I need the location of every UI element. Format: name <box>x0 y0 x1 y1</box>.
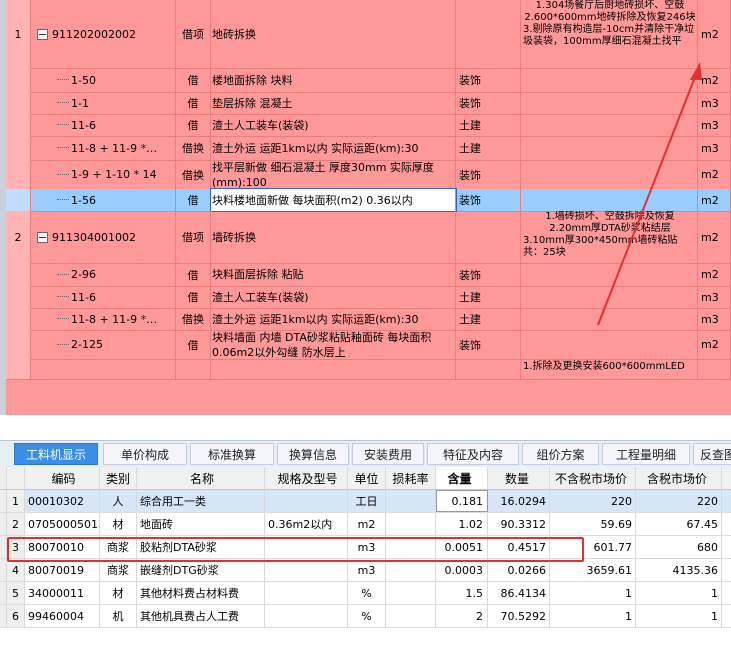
material-unit[interactable]: % <box>348 582 386 604</box>
header-price-ex[interactable]: 不含税市场价 <box>550 467 636 489</box>
material-type[interactable]: 商浆 <box>100 559 137 581</box>
material-content[interactable]: 2 <box>436 605 488 627</box>
tab-unit-price[interactable]: 单价构成 <box>103 443 187 465</box>
row-index: 4 <box>7 559 25 581</box>
tab-reverse-lookup[interactable]: 反查图 <box>693 443 731 465</box>
material-code[interactable]: 0705000501 <box>25 513 100 535</box>
header-gutter <box>0 467 7 489</box>
tab-features[interactable]: 特征及内容 <box>427 443 519 465</box>
material-unit[interactable]: % <box>348 605 386 627</box>
material-spec[interactable] <box>265 559 348 581</box>
material-loss[interactable] <box>386 513 436 535</box>
material-price-ex[interactable]: 1 <box>550 582 636 604</box>
tab-materials[interactable]: 工料机显示 <box>14 443 98 465</box>
material-qty[interactable]: 0.0266 <box>488 559 550 581</box>
material-name[interactable]: 其他材料费占材料费 <box>137 582 265 604</box>
material-type[interactable]: 机 <box>100 605 137 627</box>
row-index: 5 <box>7 582 25 604</box>
material-content[interactable]: 1.02 <box>436 513 488 535</box>
material-qty[interactable]: 16.0294 <box>488 490 550 512</box>
material-price-in[interactable]: 680 <box>636 536 722 558</box>
row-gutter <box>0 536 7 558</box>
material-row[interactable]: 1 00010302 人综合用工一类 工日 0.181 16.0294 220 220 <box>0 490 731 513</box>
material-code[interactable]: 99460004 <box>25 605 100 627</box>
material-unit[interactable]: m3 <box>348 559 386 581</box>
row-index: 6 <box>7 605 25 627</box>
material-content[interactable]: 1.5 <box>436 582 488 604</box>
header-type[interactable]: 类别 <box>100 467 137 489</box>
material-spec[interactable] <box>265 605 348 627</box>
material-unit[interactable]: 工日 <box>348 490 386 512</box>
material-price-in[interactable]: 1 <box>636 582 722 604</box>
highlight-box <box>7 537 584 562</box>
header-code[interactable]: 编码 <box>25 467 100 489</box>
header-name[interactable]: 名称 <box>137 467 265 489</box>
header-content[interactable]: 含量 <box>436 467 488 489</box>
material-loss[interactable] <box>386 490 436 512</box>
material-spec[interactable] <box>265 490 348 512</box>
material-qty[interactable]: 86.4134 <box>488 582 550 604</box>
row-gutter <box>0 513 7 535</box>
material-unit[interactable]: m2 <box>348 513 386 535</box>
tab-standard-conversion[interactable]: 标准换算 <box>190 443 274 465</box>
material-name[interactable]: 地面砖 <box>137 513 265 535</box>
material-type[interactable]: 材 <box>100 513 137 535</box>
material-qty[interactable]: 70.5292 <box>488 605 550 627</box>
tab-quantity-detail[interactable]: 工程量明细 <box>602 443 690 465</box>
header-index <box>7 467 25 489</box>
bottom-tab-bar: 工料机显示 单价构成 标准换算 换算信息 安装费用 特征及内容 组价方案 工程量… <box>0 440 731 467</box>
material-name[interactable]: 嵌缝剂DTG砂浆 <box>137 559 265 581</box>
row-gutter <box>0 605 7 627</box>
material-row[interactable]: 4 80070019 商浆 嵌缝剂DTG砂浆 m3 0.0003 0.0266 3659.61… <box>0 559 731 582</box>
material-loss[interactable] <box>386 559 436 581</box>
material-loss[interactable] <box>386 582 436 604</box>
material-qty[interactable]: 90.3312 <box>488 513 550 535</box>
material-price-ex[interactable]: 59.69 <box>550 513 636 535</box>
row-index: 1 <box>7 490 25 512</box>
material-price-ex[interactable]: 3659.61 <box>550 559 636 581</box>
material-price-in[interactable]: 1 <box>636 605 722 627</box>
material-price-ex[interactable]: 220 <box>550 490 636 512</box>
material-type[interactable]: 人 <box>100 490 137 512</box>
tab-pricing-plan[interactable]: 组价方案 <box>522 443 599 465</box>
annotation-arrow <box>597 62 702 326</box>
material-name[interactable]: 其他机具费占人工费 <box>137 605 265 627</box>
grid-header: 编码 类别 名称 规格及型号 单位 损耗率 含量 数量 不含税市场价 含税市场价 <box>0 467 731 490</box>
material-price-in[interactable]: 67.45 <box>636 513 722 535</box>
header-loss[interactable]: 损耗率 <box>386 467 436 489</box>
material-row[interactable]: 6 99460004 机其他机具费占人工费% 2 70.5292 1 1 <box>0 605 731 628</box>
material-price-in[interactable]: 4135.36 <box>636 559 722 581</box>
material-row[interactable]: 2 0705000501 材地面砖 0.36m2以内 m2 1.02 90.3312 59.6… <box>0 513 731 536</box>
row-gutter <box>0 582 7 604</box>
material-price-in[interactable]: 220 <box>636 490 722 512</box>
row-gutter <box>0 559 7 581</box>
material-code[interactable]: 80070019 <box>25 559 100 581</box>
material-spec[interactable]: 0.36m2以内 <box>265 513 348 535</box>
material-code[interactable]: 34000011 <box>25 582 100 604</box>
item-table: 1 911202002002 借项 地砖拆换 1.304场餐厅后厨地砖损坏、空鼓 2.60… <box>0 0 731 415</box>
header-price-in[interactable]: 含税市场价 <box>636 467 722 489</box>
material-loss[interactable] <box>386 605 436 627</box>
tab-conversion-info[interactable]: 换算信息 <box>277 443 349 465</box>
tab-install-fee[interactable]: 安装费用 <box>352 443 424 465</box>
header-unit[interactable]: 单位 <box>348 467 386 489</box>
header-spec[interactable]: 规格及型号 <box>265 467 348 489</box>
material-code[interactable]: 00010302 <box>25 490 100 512</box>
material-content[interactable]: 0.0003 <box>436 559 488 581</box>
material-name[interactable]: 综合用工一类 <box>137 490 265 512</box>
row-gutter <box>0 490 7 512</box>
material-type[interactable]: 材 <box>100 582 137 604</box>
row-index: 2 <box>7 513 25 535</box>
material-spec[interactable] <box>265 582 348 604</box>
material-row[interactable]: 5 34000011 材其他材料费占材料费% 1.5 86.4134 1 1 <box>0 582 731 605</box>
material-price-ex[interactable]: 1 <box>550 605 636 627</box>
header-qty[interactable]: 数量 <box>488 467 550 489</box>
material-content[interactable]: 0.181 <box>436 490 488 512</box>
